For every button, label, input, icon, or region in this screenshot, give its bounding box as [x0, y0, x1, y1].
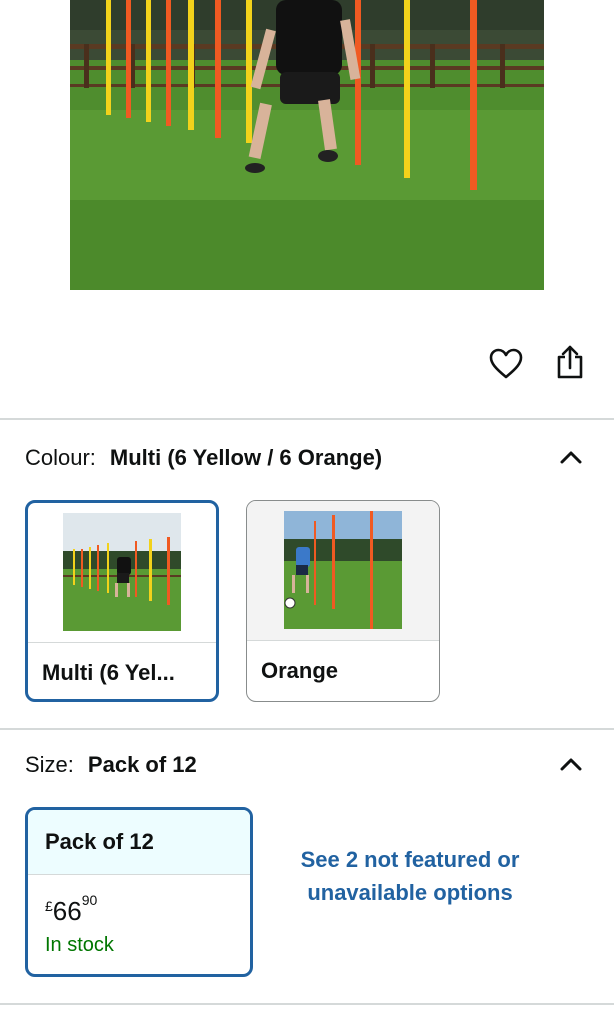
colour-option-name: Orange: [247, 640, 439, 701]
colour-option-thumb-area: [28, 503, 216, 642]
size-label: Size:: [25, 752, 74, 777]
heart-icon: [489, 348, 523, 379]
chevron-up-icon[interactable]: [557, 444, 585, 472]
chevron-up-icon[interactable]: [557, 751, 585, 779]
product-hero-image[interactable]: [70, 0, 544, 290]
price-currency: £: [45, 898, 53, 914]
wishlist-button[interactable]: [486, 344, 526, 384]
colour-selected-value: Multi (6 Yellow / 6 Orange): [109, 445, 383, 470]
size-header[interactable]: Size: Pack of 12: [25, 751, 585, 779]
price-fraction: 90: [81, 892, 98, 908]
see-unavailable-options-link[interactable]: See 2 not featured or unavailable option…: [290, 843, 530, 909]
section-divider: [0, 728, 614, 730]
product-photo: [70, 0, 544, 290]
section-divider: [0, 418, 614, 420]
colour-thumb-orange: [284, 511, 402, 629]
colour-option-thumb-area: [247, 501, 439, 640]
size-option-price: £6690: [45, 892, 97, 927]
price-whole: 66: [52, 896, 82, 926]
section-divider: [0, 1003, 614, 1005]
share-icon: [557, 345, 583, 379]
size-option-pack-of-12[interactable]: Pack of 12 £6690 In stock: [25, 807, 253, 977]
colour-option-multi[interactable]: Multi (6 Yel...: [25, 500, 219, 702]
colour-option-name: Multi (6 Yel...: [28, 642, 216, 699]
action-row: [0, 340, 614, 390]
stock-status: In stock: [45, 934, 114, 956]
colour-option-orange[interactable]: Orange: [246, 500, 440, 702]
size-selected-value: Pack of 12: [87, 752, 197, 777]
colour-header[interactable]: Colour: Multi (6 Yellow / 6 Orange): [25, 444, 585, 472]
colour-thumb-multi: [63, 513, 181, 631]
size-option-name: Pack of 12: [28, 810, 250, 875]
colour-label: Colour:: [25, 445, 96, 470]
share-button[interactable]: [550, 342, 590, 382]
